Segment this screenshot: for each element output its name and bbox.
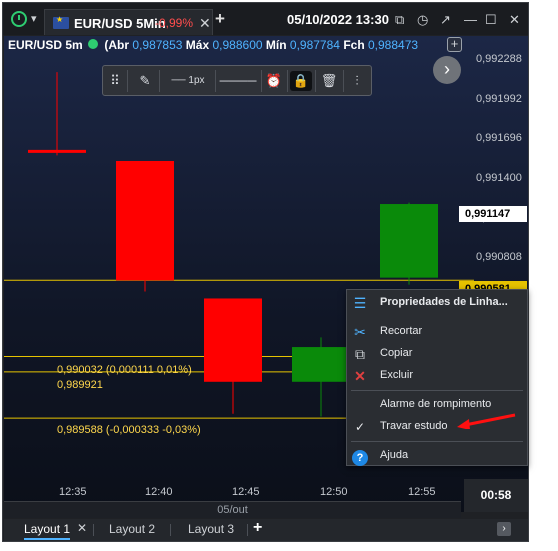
menu-item-help[interactable]: ? Ajuda	[347, 445, 527, 467]
tab-layout-1[interactable]: Layout 1	[24, 522, 71, 540]
x-tick-label: 12:55	[408, 486, 436, 498]
pencil-icon[interactable]: ✎	[135, 71, 155, 91]
y-tick-label: 0,992288	[476, 53, 522, 65]
date-bar: 05/out	[4, 501, 461, 518]
last-price-marker: 0,991147	[459, 206, 527, 222]
clock-icon[interactable]: ◷	[417, 12, 428, 28]
tab-layout-2[interactable]: Layout 2	[109, 522, 155, 536]
candle-body	[204, 298, 262, 382]
candle-body	[28, 149, 86, 153]
minimize-icon[interactable]: —	[464, 12, 477, 27]
chevron-down-icon[interactable]: ▾	[31, 12, 37, 25]
y-tick-label: 0,991400	[476, 172, 522, 184]
menu-item-copy[interactable]: ⧉ Copiar	[347, 343, 527, 365]
candle-body	[116, 160, 174, 281]
menu-item-label: Alarme de rompimento	[380, 398, 492, 410]
menu-item-label: Propriedades de Linha...	[380, 296, 508, 308]
menu-item-line-properties[interactable]: ☰ Propriedades de Linha...	[347, 292, 527, 314]
x-tick-label: 12:50	[320, 486, 348, 498]
max-label: Máx	[185, 38, 210, 52]
line-width-label: 1px	[188, 75, 205, 86]
fib-label: 0,989921	[57, 379, 103, 391]
chart-window: ▾ EUR/USD 5Min -0,99% ✕ + 05/10/2022 13:…	[2, 2, 529, 542]
menu-item-delete[interactable]: ✕ Excluir	[347, 365, 527, 387]
y-tick-label: 0,991696	[476, 132, 522, 144]
fib-label: 0,989588 (-0,000333 -0,03%)	[57, 424, 201, 436]
lock-icon[interactable]: 🔒	[290, 71, 312, 91]
drag-handle-icon[interactable]: ⠿	[107, 71, 123, 91]
close-tab-icon[interactable]: ✕	[199, 15, 211, 32]
maximize-icon[interactable]: ☐	[485, 12, 497, 28]
min-value: 0,987784	[289, 38, 340, 52]
drawing-toolbar: ⠿ ✎ ── 1px ──── ⏰ 🔒 🗑 ⫶	[102, 65, 372, 96]
line-style-select[interactable]: ────	[219, 71, 257, 91]
checkmark-icon: ✓	[354, 420, 366, 434]
close-window-icon[interactable]: ✕	[509, 12, 520, 28]
live-status-dot	[88, 39, 99, 49]
fch-value: 0,988473	[368, 38, 419, 52]
sliders-icon: ☰	[353, 295, 367, 311]
menu-item-label: Ajuda	[380, 449, 409, 461]
clock-app-icon[interactable]	[11, 11, 27, 27]
line-width-select[interactable]: ── 1px	[163, 71, 213, 91]
x-tick-label: 12:35	[59, 486, 87, 498]
candle-body	[292, 347, 350, 382]
help-icon: ?	[351, 447, 369, 466]
menu-item-label: Recortar	[380, 325, 423, 337]
add-indicator-button[interactable]: +	[447, 37, 462, 52]
y-tick-label: 0,990808	[476, 251, 522, 263]
trash-icon[interactable]: 🗑	[319, 71, 339, 91]
menu-item-label: Copiar	[380, 347, 413, 359]
abr-label: (Abr	[104, 38, 130, 52]
trend-icon[interactable]: ↗	[440, 12, 451, 28]
copy-icon: ⧉	[355, 346, 365, 362]
min-label: Mín	[265, 38, 287, 52]
context-menu: ☰ Propriedades de Linha... ✂ Recortar ⧉ …	[346, 289, 528, 466]
max-value: 0,988600	[212, 38, 263, 52]
tab-change: -0,99%	[155, 16, 194, 30]
scroll-right-button[interactable]: ›	[433, 56, 461, 84]
tab-layout-3[interactable]: Layout 3	[188, 522, 234, 536]
close-layout-icon[interactable]: ✕	[77, 521, 87, 535]
annotation-arrow	[457, 413, 516, 429]
add-tab-button[interactable]: +	[215, 9, 225, 29]
header-symbol: EUR/USD 5m	[8, 38, 83, 52]
ohlc-header: EUR/USD 5m (Abr 0,987853 Máx 0,988600 Mí…	[8, 38, 418, 52]
menu-item-label: Travar estudo	[380, 420, 448, 432]
title-bar: ▾ EUR/USD 5Min -0,99% ✕ + 05/10/2022 13:…	[3, 3, 528, 35]
candle-body	[380, 204, 438, 278]
layout-tabs-bar: Layout 1 ✕ Layout 2 Layout 3 + ›	[4, 519, 528, 541]
layouts-scroll-right-icon[interactable]: ›	[497, 522, 511, 536]
eu-flag-icon	[53, 15, 69, 29]
candle-countdown: 00:58	[464, 479, 528, 512]
settings-sliders-icon[interactable]: ⫶	[347, 71, 367, 91]
y-tick-label: 0,991992	[476, 93, 522, 105]
delete-x-icon: ✕	[354, 368, 366, 384]
datetime-display: 05/10/2022 13:30	[287, 12, 389, 27]
abr-value: 0,987853	[132, 38, 183, 52]
tab-symbol: EUR/USD 5Min	[74, 16, 166, 31]
alarm-icon[interactable]: ⏰	[263, 71, 285, 91]
link-windows-icon[interactable]: ⧉	[395, 12, 404, 28]
x-tick-label: 12:45	[232, 486, 260, 498]
fch-label: Fch	[343, 38, 365, 52]
add-layout-button[interactable]: +	[253, 519, 262, 537]
menu-item-label: Excluir	[380, 369, 414, 381]
fib-label: 0,990032 (0,000111 0,01%)	[57, 364, 192, 376]
x-tick-label: 12:40	[145, 486, 173, 498]
menu-item-cut[interactable]: ✂ Recortar	[347, 321, 527, 343]
chart-tab[interactable]: EUR/USD 5Min -0,99% ✕	[44, 9, 213, 35]
scissors-icon: ✂	[354, 324, 366, 340]
